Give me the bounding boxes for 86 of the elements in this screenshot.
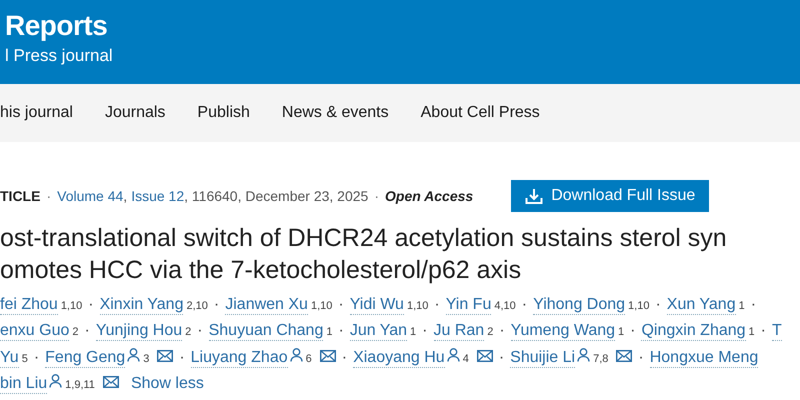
nav-link[interactable]: About Cell Press — [420, 104, 540, 122]
author-link[interactable]: Xinxin Yang — [100, 296, 184, 315]
affiliation-number: 1,10 — [628, 300, 650, 312]
separator: · — [499, 322, 505, 340]
email-icon[interactable] — [320, 350, 336, 362]
separator: · — [655, 296, 661, 314]
author-link[interactable]: Yumeng Wang — [510, 322, 616, 341]
journal-subtitle: l Press journal — [5, 46, 113, 66]
separator: · — [422, 322, 428, 340]
nav-link[interactable]: News & events — [282, 104, 389, 122]
show-less-link[interactable]: Show less — [130, 375, 204, 393]
affiliation-number: 1,10 — [310, 300, 332, 312]
comma: , — [123, 188, 128, 204]
author-link[interactable]: Qingxin Zhang — [641, 322, 746, 341]
separator: · — [434, 296, 440, 314]
affiliation-number: 1 — [410, 326, 416, 338]
affiliation-number: 7,8 — [593, 353, 608, 365]
article-details: , 116640, December 23, 2025 — [184, 188, 368, 204]
separator: · — [638, 349, 644, 367]
affiliation-number: 4 — [462, 353, 469, 365]
separator: · — [34, 349, 40, 367]
author-link[interactable]: Liuyang Zhao — [190, 349, 288, 368]
separator: · — [750, 296, 756, 314]
affiliation-number: 4,10 — [494, 300, 516, 312]
author-link[interactable]: Yidi Wu — [350, 296, 404, 315]
nav-link[interactable]: Publish — [197, 104, 250, 122]
separator: · — [88, 296, 94, 314]
separator: · — [338, 322, 344, 340]
affiliation-number: 1,9,11 — [65, 379, 95, 391]
author-link[interactable]: Jun Yan — [350, 322, 408, 341]
author-link[interactable]: Ju Ran — [434, 322, 484, 341]
email-icon[interactable] — [616, 350, 632, 362]
author-link[interactable]: Yihong Dong — [533, 296, 626, 315]
author-link[interactable]: Shuyuan Chang — [208, 322, 324, 341]
affiliation-number: 3 — [143, 353, 150, 365]
affiliation-number: 2 — [185, 326, 192, 338]
article-title-line: omotes HCC via the 7-ketocholesterol/p62 axis — [0, 255, 522, 286]
nav-link[interactable]: Journals — [104, 104, 166, 122]
author-link[interactable]: Jianwen Xu — [225, 296, 308, 315]
author-link[interactable]: Hongxue Meng — [650, 349, 758, 368]
affiliation-number: 2,10 — [186, 300, 208, 312]
affiliation-number: 1 — [326, 326, 332, 338]
separator: · — [374, 188, 379, 204]
affiliation-number: 1 — [738, 300, 745, 312]
separator: · — [630, 322, 636, 340]
author-link[interactable]: Shuijie Li — [510, 349, 576, 368]
author-link[interactable]: T — [772, 322, 782, 341]
author-link[interactable]: Xun Yang — [666, 296, 736, 315]
affiliation-number: 5 — [22, 353, 28, 365]
affiliation-number: 1,10 — [406, 300, 428, 312]
author-link[interactable]: enxu Guo — [0, 322, 70, 341]
affiliation-number: 2 — [72, 326, 79, 338]
author-link[interactable]: Yu — [0, 349, 19, 368]
author-link[interactable]: Yunjing Hou — [96, 322, 182, 341]
separator: · — [760, 322, 766, 340]
volume-link[interactable]: Volume 44 — [57, 188, 124, 204]
author-link[interactable]: Xiaoyang Hu — [353, 349, 445, 368]
email-icon[interactable] — [476, 350, 493, 362]
journal-title[interactable]: Reports — [5, 10, 108, 42]
separator: · — [498, 349, 504, 367]
download-icon — [525, 188, 544, 204]
download-button[interactable]: Download Full Issue — [511, 180, 710, 212]
nav-link[interactable]: his journal — [0, 104, 73, 122]
affiliation-number: 2 — [487, 326, 494, 338]
affiliation-number: 1 — [618, 326, 624, 338]
issue-link[interactable]: Issue 12 — [131, 188, 184, 204]
separator: · — [522, 296, 528, 314]
author-link[interactable]: Yin Fu — [446, 296, 492, 315]
open-access-label: Open Access — [385, 188, 474, 204]
email-icon[interactable] — [157, 350, 174, 362]
separator: · — [214, 296, 220, 314]
author-link[interactable]: bin Liu — [0, 375, 48, 394]
article-title-line: ost-translational switch of DHCR24 acetylation sustains sterol syn — [0, 223, 728, 254]
separator: · — [46, 188, 52, 204]
separator: · — [197, 322, 203, 340]
affiliation-number: 6 — [306, 353, 312, 365]
article-type: TICLE — [0, 188, 40, 204]
separator: · — [338, 296, 344, 314]
separator: · — [179, 349, 185, 367]
separator: · — [84, 322, 90, 340]
separator: · — [342, 349, 348, 367]
affiliation-number: 1 — [748, 326, 755, 338]
email-icon[interactable] — [102, 376, 119, 388]
author-link[interactable]: Feng Geng — [45, 349, 126, 368]
author-link[interactable]: fei Zhou — [0, 296, 58, 315]
affiliation-number: 1,10 — [60, 300, 82, 312]
